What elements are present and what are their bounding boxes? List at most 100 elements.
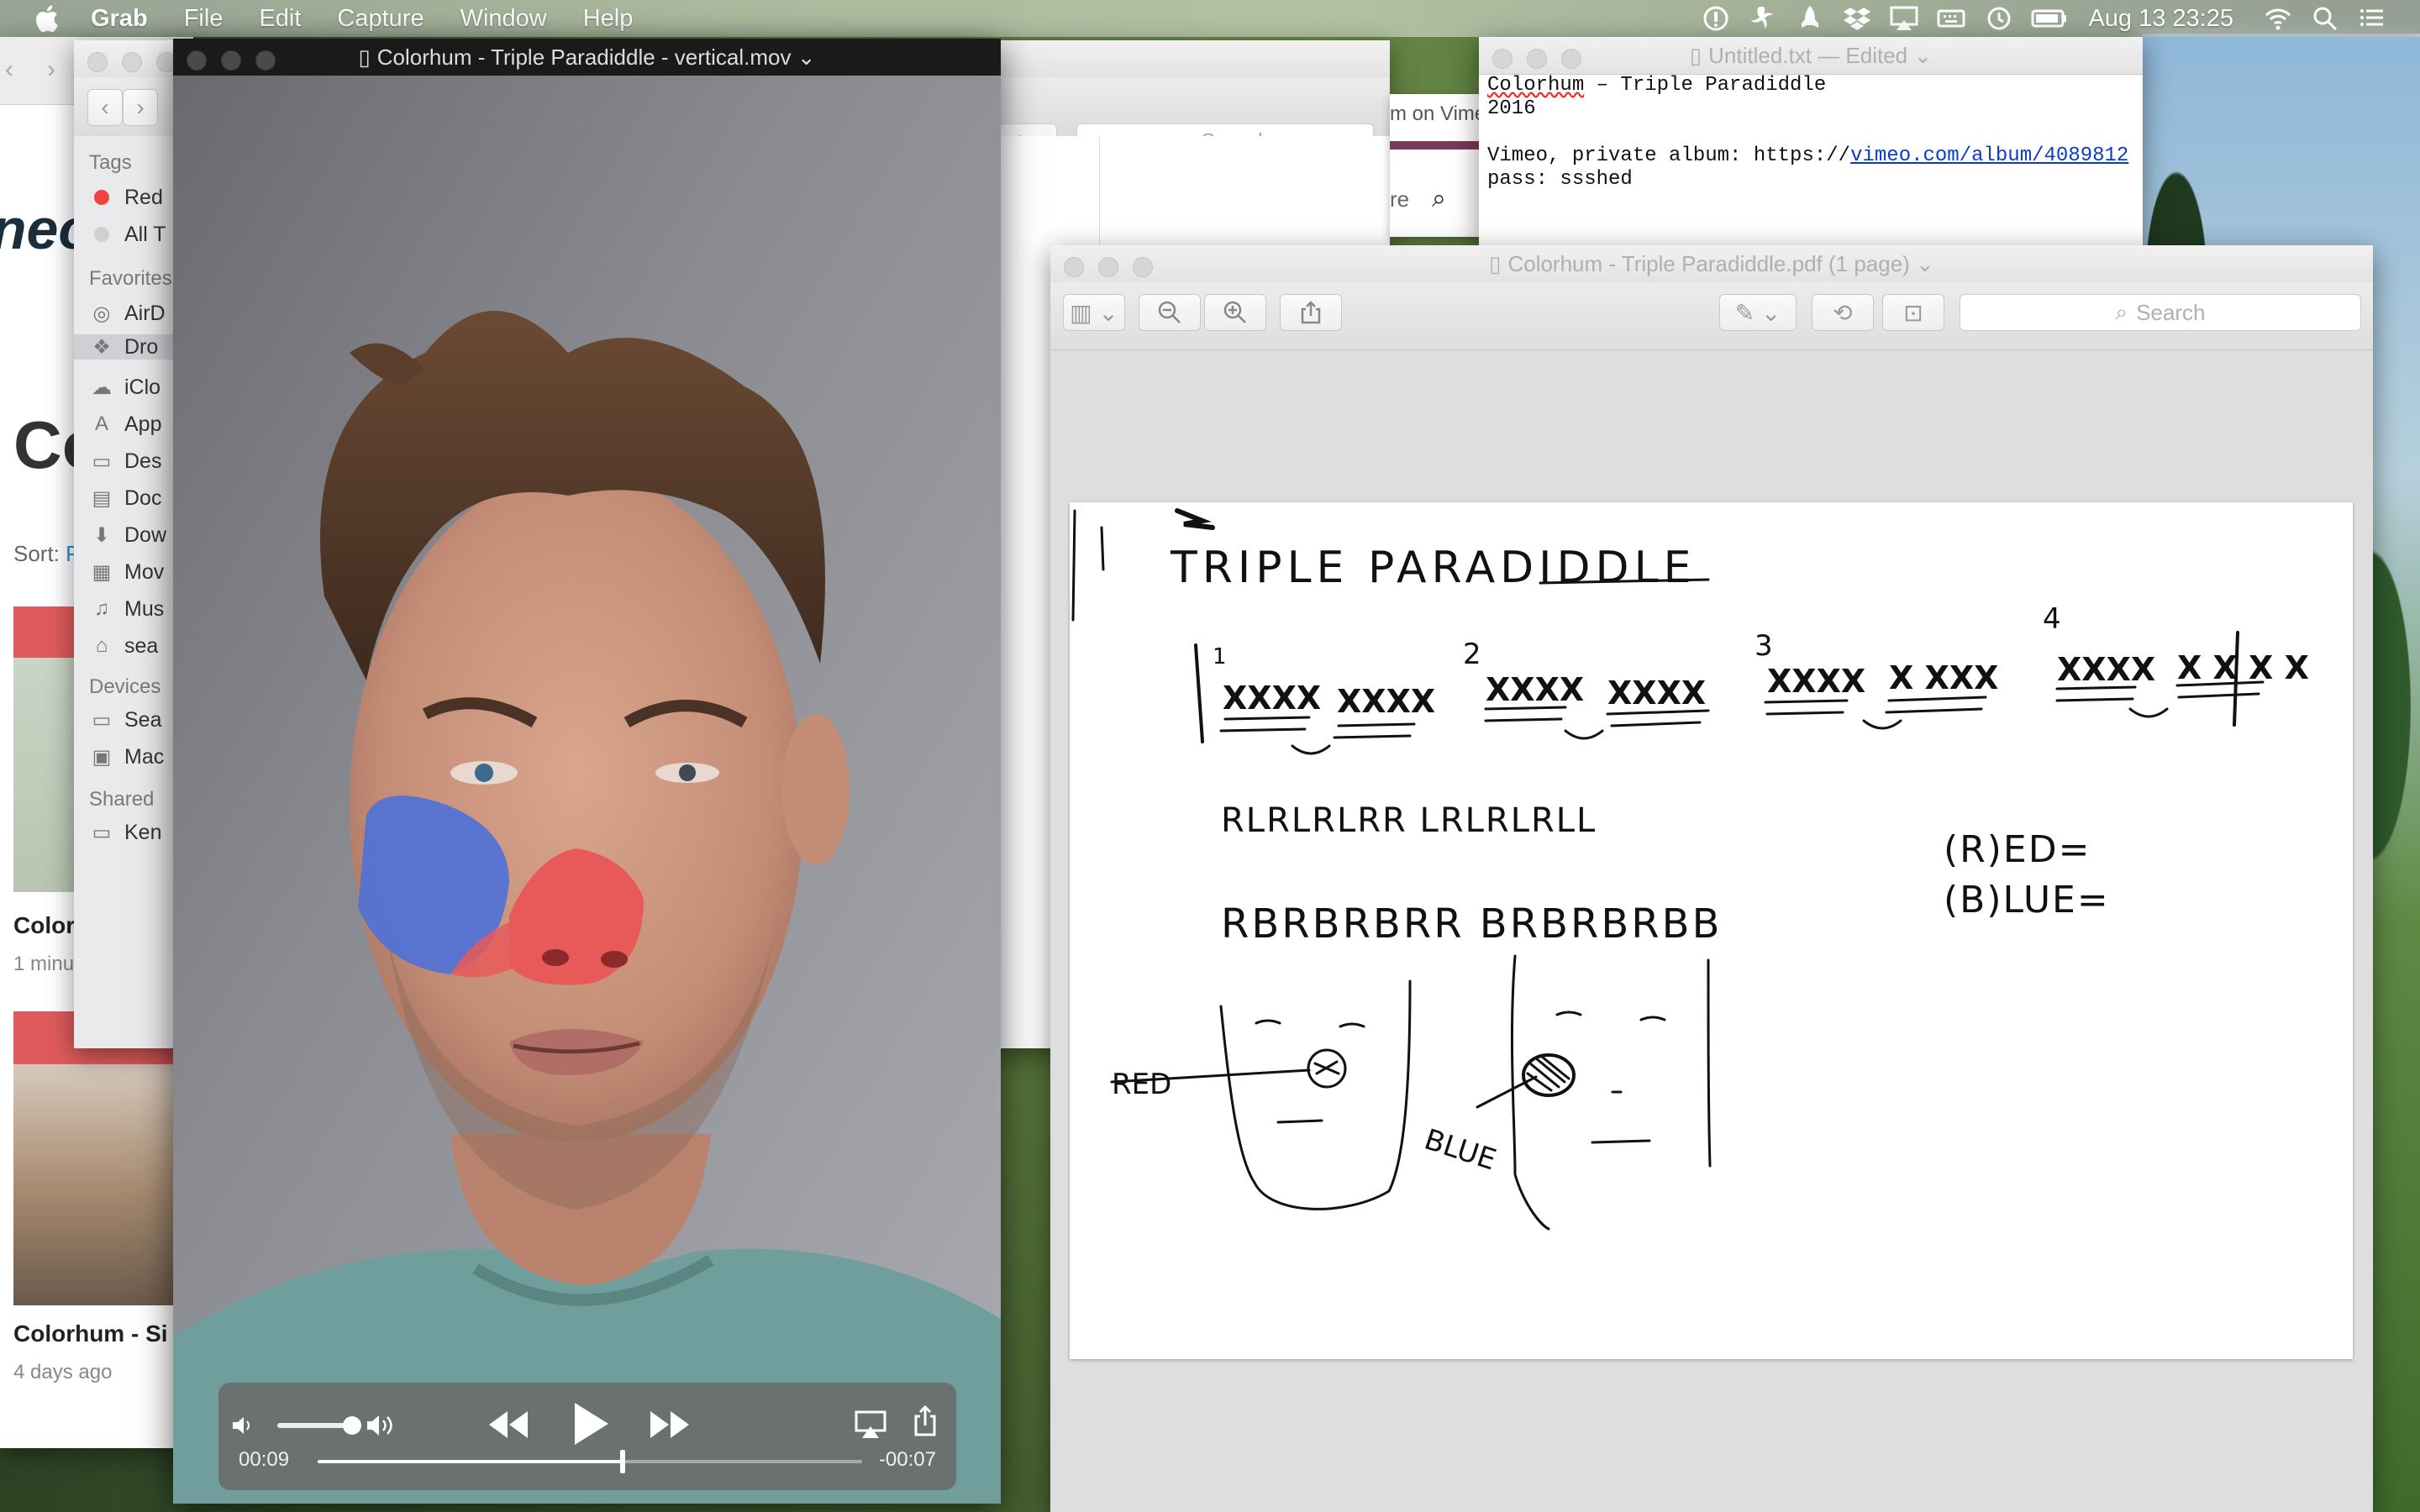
menu-edit[interactable]: Edit [259, 5, 301, 33]
sidebar-item-movies[interactable]: ▦ Mov [89, 559, 165, 585]
sticking-pattern: RLRLRLRR LRLRLRLL [1221, 801, 1597, 840]
sort-control[interactable]: Sort: P [13, 541, 81, 567]
sidebar-shared-item[interactable]: ▭ Ken [89, 820, 162, 845]
sidebar-item-label: Sea [124, 707, 162, 732]
forward-icon[interactable]: › [47, 55, 77, 86]
close-button[interactable] [87, 52, 108, 72]
apple-menu-icon[interactable] [34, 3, 59, 34]
laptop-icon: ▭ [92, 708, 112, 732]
markup-pen-icon[interactable]: ✎ ⌄ [1719, 294, 1797, 331]
music-icon: ♫ [94, 597, 109, 620]
battery-icon[interactable] [2031, 4, 2068, 33]
back-icon[interactable]: ‹ [5, 55, 35, 86]
close-button[interactable] [1064, 257, 1084, 277]
time-machine-icon[interactable] [1984, 4, 2012, 33]
play-icon[interactable] [570, 1399, 612, 1448]
text-line: Vimeo, private album: https:// [1487, 144, 1851, 167]
minimize-button[interactable] [221, 50, 241, 71]
video-title[interactable]: Color [13, 912, 75, 939]
minimize-button[interactable] [1527, 49, 1547, 69]
zoom-button[interactable] [1133, 257, 1153, 277]
wifi-icon[interactable] [2264, 4, 2292, 33]
volume-slider-knob[interactable] [343, 1416, 361, 1435]
video-frame[interactable]: 00:09 -00:07 [173, 76, 1001, 1504]
rotate-icon[interactable]: ⟲ [1812, 294, 1874, 331]
toolbox-icon[interactable]: ⊡ [1882, 294, 1944, 331]
desktop-icon: ▭ [92, 449, 112, 473]
time-elapsed: 00:09 [239, 1448, 290, 1471]
sidebar-item-dropbox[interactable]: ❖ Dro [74, 334, 175, 360]
sidebar-item-home[interactable]: ⌂ sea [89, 633, 159, 659]
playback-scrubber[interactable] [318, 1450, 862, 1473]
share-icon[interactable] [913, 1404, 938, 1438]
video-thumbnail[interactable] [13, 1011, 182, 1305]
sidebar-tag-red[interactable]: Red [89, 185, 163, 210]
dropbox-icon[interactable] [1843, 4, 1871, 33]
zoom-out-icon[interactable] [1139, 294, 1201, 331]
sidebar-item-documents[interactable]: ▤ Doc [89, 486, 162, 511]
volume-mute-icon[interactable] [230, 1413, 255, 1438]
dropbox-icon: ❖ [92, 335, 111, 359]
search-placeholder: Search [2136, 299, 2206, 325]
sidebar-item-downloads[interactable]: ⬇ Dow [89, 522, 166, 548]
sidebar-item-desktop[interactable]: ▭ Des [89, 449, 162, 474]
sidebar-section-shared: Shared [89, 788, 155, 811]
note-group: XXXX [1607, 675, 1706, 711]
sidebar-item-icloud[interactable]: ☁ iClo [89, 375, 160, 400]
chevron-down-icon[interactable]: ⌄ [797, 45, 816, 70]
accessibility-icon[interactable] [1702, 4, 1730, 33]
back-icon[interactable]: ‹ [87, 89, 123, 126]
sidebar-toggle-icon[interactable]: ▥ ⌄ [1063, 294, 1125, 331]
menu-app-name[interactable]: Grab [91, 5, 148, 33]
pdf-page[interactable]: TRIPLE PARADIDDLE 1 2 3 4 XXXX XXXX XXXX… [1070, 502, 2353, 1359]
window-title: Colorhum - Triple Paradiddle.pdf (1 page… [1507, 251, 1910, 276]
video-title[interactable]: Colorhum - Si [13, 1320, 168, 1347]
preview-search-input[interactable]: ⌕ Search [1960, 294, 2361, 331]
zoom-button[interactable] [255, 50, 276, 71]
chevron-down-icon[interactable]: ⌄ [1913, 43, 1932, 68]
menu-bar: Grab File Edit Capture Window Help Aug 1… [0, 0, 2420, 37]
sidebar-tag-all[interactable]: All T [89, 222, 166, 247]
browser-tab-title[interactable]: m on Vime [1390, 102, 1486, 126]
volume-slider[interactable] [277, 1423, 351, 1428]
textedit-titlebar: ▯ Untitled.txt — Edited ⌄ [1479, 37, 2143, 75]
document-icon: ▤ [92, 486, 112, 510]
notification-center-icon[interactable] [2358, 4, 2386, 33]
quicktime-titlebar: ▯ Colorhum - Triple Paradiddle - vertical… [173, 39, 1001, 76]
album-link[interactable]: vimeo.com/album/4089812 [1850, 144, 2128, 167]
zoom-in-icon[interactable] [1204, 294, 1266, 331]
rocket-icon[interactable] [1796, 4, 1824, 33]
menu-capture[interactable]: Capture [337, 5, 424, 33]
minimize-button[interactable] [122, 52, 142, 72]
menu-help[interactable]: Help [583, 5, 634, 33]
close-button[interactable] [1492, 49, 1512, 69]
sidebar-device-item[interactable]: ▣ Mac [89, 744, 165, 769]
sidebar-item-music[interactable]: ♫ Mus [89, 596, 164, 622]
menu-file[interactable]: File [184, 5, 224, 33]
chevron-down-icon[interactable]: ⌄ [1916, 251, 1934, 276]
fan-icon[interactable] [1749, 4, 1777, 33]
search-icon[interactable]: ⌕ [1432, 185, 1446, 213]
sidebar-item-applications[interactable]: A App [89, 412, 162, 437]
fast-forward-icon[interactable] [649, 1406, 692, 1443]
menu-window[interactable]: Window [460, 5, 547, 33]
close-button[interactable] [187, 50, 207, 71]
sidebar-item-airdrop[interactable]: ◎ AirD [89, 301, 166, 326]
text-line: 2016 [1487, 97, 1536, 120]
menu-clock[interactable]: Aug 13 23:25 [2088, 5, 2233, 33]
volume-max-icon[interactable] [365, 1411, 400, 1440]
airplay-icon[interactable] [854, 1410, 887, 1440]
share-icon[interactable] [1280, 294, 1342, 331]
note-group: XXXX [1337, 683, 1435, 720]
video-age: 1 minu [13, 953, 75, 975]
forward-icon[interactable]: › [123, 89, 158, 126]
textedit-body[interactable]: Colorhum – Triple Paradiddle 2016 Vimeo,… [1487, 74, 2134, 192]
sidebar-device-item[interactable]: ▭ Sea [89, 707, 162, 732]
zoom-button[interactable] [1561, 49, 1581, 69]
rewind-icon[interactable] [486, 1406, 529, 1443]
scrubber-playhead[interactable] [619, 1450, 625, 1473]
keyboard-icon[interactable] [1937, 4, 1965, 33]
airplay-icon[interactable] [1890, 4, 1918, 33]
minimize-button[interactable] [1098, 257, 1118, 277]
spotlight-icon[interactable] [2311, 4, 2339, 33]
